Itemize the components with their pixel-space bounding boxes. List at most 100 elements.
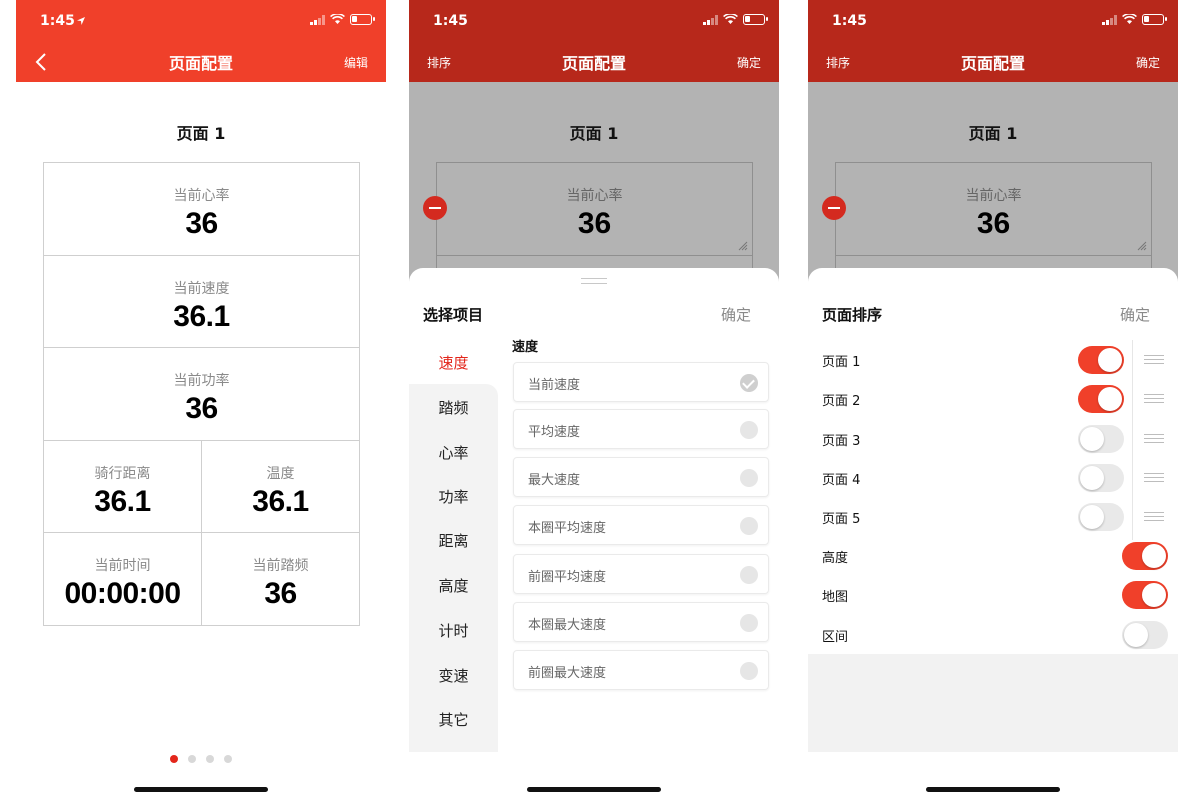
resize-handle-icon[interactable] <box>1137 241 1147 251</box>
page-toggle[interactable] <box>1078 464 1124 492</box>
data-cell[interactable]: 当前心率 36 <box>44 163 359 256</box>
category-heart-rate[interactable]: 心率 <box>409 442 498 463</box>
toggle-knob <box>1080 505 1104 529</box>
wifi-icon <box>330 14 345 24</box>
extra-option-row: 高度 <box>822 540 1168 570</box>
cell-label: 温度 <box>266 466 295 482</box>
confirm-button[interactable]: 确定 <box>1136 54 1160 71</box>
drag-handle-icon[interactable] <box>1144 473 1164 482</box>
home-indicator[interactable] <box>134 787 268 792</box>
home-indicator[interactable] <box>926 787 1060 792</box>
sheet-grabber-icon[interactable] <box>581 278 607 284</box>
extra-option-row: 地图 <box>822 579 1168 609</box>
status-time: 1:45 <box>433 13 468 29</box>
category-other[interactable]: 其它 <box>409 709 498 730</box>
altitude-toggle[interactable] <box>1122 542 1168 570</box>
page-dot[interactable] <box>206 755 214 763</box>
category-list: 速度 踏频 心率 功率 距离 高度 计时 变速 其它 <box>409 268 498 752</box>
page-label: 页面 1 <box>968 124 1018 143</box>
page-sort-label: 页面 1 <box>822 355 861 370</box>
resize-handle-icon[interactable] <box>738 241 748 251</box>
item-option[interactable]: 前圈最大速度 <box>513 650 769 690</box>
item-label: 当前速度 <box>528 378 581 393</box>
cell-value: 36 <box>185 392 218 425</box>
cell-value: 36.1 <box>252 485 309 518</box>
item-option[interactable]: 本圈平均速度 <box>513 505 769 545</box>
item-option[interactable]: 平均速度 <box>513 409 769 449</box>
page-dot[interactable] <box>170 755 178 763</box>
section-title: 速度 <box>512 340 539 355</box>
edit-button[interactable]: 编辑 <box>344 54 368 71</box>
item-option[interactable]: 最大速度 <box>513 457 769 497</box>
sheet-confirm-button[interactable]: 确定 <box>1120 304 1150 325</box>
dimmed-backdrop[interactable]: 页面 1 当前心率 36 <box>409 82 779 282</box>
remove-field-icon[interactable] <box>822 196 846 220</box>
sheet-empty-area <box>808 654 1178 752</box>
data-cell-preview[interactable]: 当前心率 36 <box>436 162 753 282</box>
cell-value: 36 <box>976 207 1011 240</box>
map-toggle[interactable] <box>1122 581 1168 609</box>
category-gear[interactable]: 变速 <box>409 665 498 686</box>
item-option[interactable]: 当前速度 <box>513 362 769 402</box>
category-altitude[interactable]: 高度 <box>409 575 498 596</box>
unchecked-circle-icon[interactable] <box>740 469 758 487</box>
item-option[interactable]: 前圈平均速度 <box>513 554 769 594</box>
item-label: 本圈平均速度 <box>528 521 607 536</box>
toggle-knob <box>1124 623 1148 647</box>
data-cell[interactable]: 当前速度 36.1 <box>44 256 359 348</box>
page-dot[interactable] <box>224 755 232 763</box>
toggle-knob <box>1080 427 1104 451</box>
status-time: 1:45 <box>832 13 867 29</box>
drag-handle-icon[interactable] <box>1144 355 1164 364</box>
page-sort-row: 页面 2 <box>822 383 1168 413</box>
data-cell[interactable]: 当前功率 36 <box>44 348 359 441</box>
extra-option-label: 区间 <box>822 630 849 645</box>
page-toggle[interactable] <box>1078 385 1124 413</box>
phone-screen-page-sort: 1:45 排序 页面配置 确定 页面 1 当前心率 36 页面排序 确定 页面 … <box>808 0 1178 800</box>
drag-handle-icon[interactable] <box>1144 512 1164 521</box>
drag-handle-icon[interactable] <box>1144 394 1164 403</box>
checkmark-icon[interactable] <box>740 374 758 392</box>
page-sort-label: 页面 4 <box>822 473 861 488</box>
page-label: 页面 1 <box>569 124 619 143</box>
category-list-bg <box>409 384 498 752</box>
data-cell[interactable]: 当前踏频 36 <box>202 533 359 625</box>
unchecked-circle-icon[interactable] <box>740 421 758 439</box>
drag-handle-icon[interactable] <box>1144 434 1164 443</box>
item-label: 最大速度 <box>528 473 581 488</box>
item-option[interactable]: 本圈最大速度 <box>513 602 769 642</box>
data-cell[interactable]: 温度 36.1 <box>202 441 359 533</box>
cell-label: 当前速度 <box>173 281 230 297</box>
nav-header: 1:45 排序 页面配置 确定 <box>808 0 1178 82</box>
home-indicator[interactable] <box>527 787 661 792</box>
zone-toggle[interactable] <box>1122 621 1168 649</box>
divider <box>437 255 752 256</box>
page-toggle[interactable] <box>1078 425 1124 453</box>
dimmed-backdrop[interactable]: 页面 1 当前心率 36 <box>808 82 1178 282</box>
data-cell-preview[interactable]: 当前心率 36 <box>835 162 1152 282</box>
unchecked-circle-icon[interactable] <box>740 566 758 584</box>
data-field-grid: 当前心率 36 当前速度 36.1 当前功率 36 骑行距离 36.1 温度 3… <box>43 162 360 626</box>
page-indicator[interactable] <box>16 755 386 763</box>
sheet-confirm-button[interactable]: 确定 <box>721 304 751 325</box>
confirm-button[interactable]: 确定 <box>737 54 761 71</box>
status-indicators <box>703 14 768 25</box>
unchecked-circle-icon[interactable] <box>740 662 758 680</box>
category-cadence[interactable]: 踏频 <box>409 397 498 418</box>
category-power[interactable]: 功率 <box>409 486 498 507</box>
page-toggle[interactable] <box>1078 346 1124 374</box>
data-cell[interactable]: 当前时间 00:00:00 <box>44 533 202 625</box>
page-sort-row: 页面 4 <box>822 462 1168 492</box>
nav-header: 1:45 排序 页面配置 确定 <box>409 0 779 82</box>
category-timer[interactable]: 计时 <box>409 620 498 641</box>
page-toggle[interactable] <box>1078 503 1124 531</box>
unchecked-circle-icon[interactable] <box>740 517 758 535</box>
cell-label: 当前踏频 <box>252 558 309 574</box>
page-dot[interactable] <box>188 755 196 763</box>
category-distance[interactable]: 距离 <box>409 530 498 551</box>
remove-field-icon[interactable] <box>423 196 447 220</box>
battery-icon <box>743 14 768 25</box>
data-cell[interactable]: 骑行距离 36.1 <box>44 441 202 533</box>
unchecked-circle-icon[interactable] <box>740 614 758 632</box>
category-speed[interactable]: 速度 <box>409 352 498 373</box>
